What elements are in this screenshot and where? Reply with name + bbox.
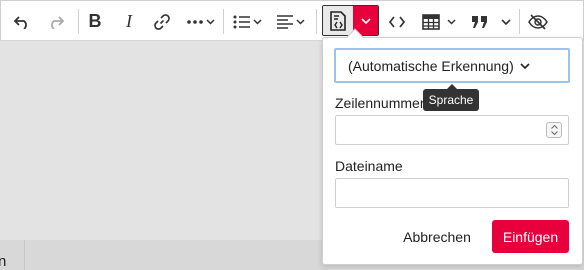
link-button[interactable]: [150, 7, 174, 36]
bulleted-list-button[interactable]: [230, 7, 264, 36]
filename-label: Dateiname: [335, 158, 403, 174]
spinner-down-icon: [550, 131, 558, 135]
number-spinner[interactable]: [546, 122, 562, 138]
code-block-icon: [330, 10, 346, 31]
inline-code-button[interactable]: [385, 7, 409, 36]
chevron-down-icon: [252, 18, 262, 25]
more-formatting-button[interactable]: [184, 7, 218, 36]
toolbar-separator: [78, 9, 79, 34]
bulleted-list-icon: [233, 15, 250, 28]
line-number-input[interactable]: [335, 115, 569, 145]
inline-code-icon: [389, 15, 405, 28]
chevron-down-icon: [520, 62, 530, 69]
chevron-down-icon: [206, 18, 215, 25]
undo-icon: [13, 15, 27, 29]
toggle-visibility-button[interactable]: [525, 7, 551, 36]
link-icon: [154, 13, 170, 30]
chevron-down-icon: [501, 18, 511, 25]
truncated-text: n: [0, 253, 7, 270]
blockquote-icon: [472, 15, 487, 28]
align-icon: [277, 14, 293, 29]
tooltip-text: Sprache: [428, 93, 474, 107]
chevron-down-icon: [296, 18, 305, 25]
blockquote-button[interactable]: [469, 7, 491, 36]
align-button[interactable]: [274, 7, 308, 36]
bold-button[interactable]: B: [84, 7, 106, 36]
chevron-down-icon: [360, 17, 371, 24]
redo-button[interactable]: [44, 7, 68, 36]
editor-toolbar: B I: [0, 0, 584, 41]
language-select[interactable]: (Automatische Erkennung): [334, 48, 570, 83]
cancel-button[interactable]: Abbrechen: [396, 220, 478, 253]
italic-button[interactable]: I: [118, 7, 140, 36]
more-formatting-icon: [187, 19, 203, 24]
more-options-button[interactable]: [497, 7, 515, 36]
language-select-value: (Automatische Erkennung): [348, 57, 514, 74]
spinner-up-icon: [550, 125, 558, 129]
undo-button[interactable]: [10, 7, 34, 36]
redo-icon: [51, 15, 65, 29]
bold-icon: B: [88, 11, 102, 31]
toolbar-separator: [519, 9, 520, 34]
chevron-down-icon: [447, 18, 456, 25]
line-number-label: Zeilennummer: [335, 95, 425, 111]
insert-button[interactable]: Einfügen: [492, 220, 569, 253]
language-tooltip: Sprache: [423, 84, 479, 111]
filename-input[interactable]: [335, 178, 569, 208]
code-block-main-button[interactable]: [323, 6, 353, 35]
table-icon: [422, 13, 440, 30]
toolbar-separator: [223, 9, 224, 34]
italic-icon: I: [126, 11, 132, 31]
toolbar-separator: [316, 9, 317, 34]
visibility-off-icon: [528, 13, 548, 30]
insert-table-button[interactable]: [419, 7, 459, 36]
